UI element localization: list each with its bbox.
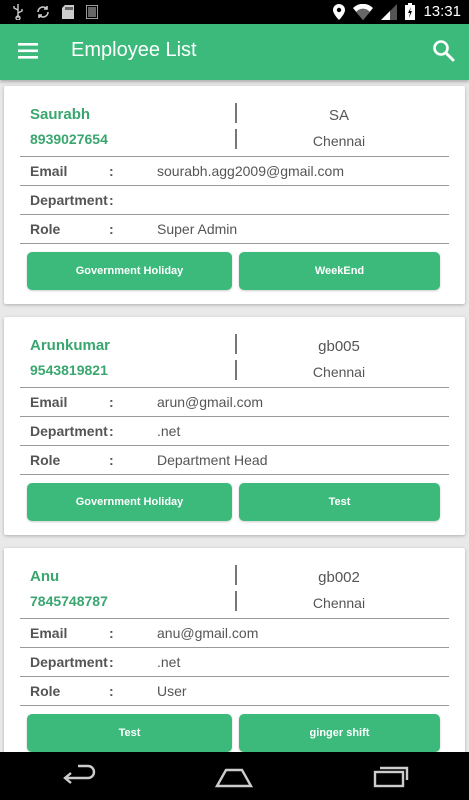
page-title: Employee List [71,39,197,61]
header-divider [235,565,237,585]
colon: : [109,625,114,641]
email-label: Email [30,163,68,179]
status-left-icons [12,4,98,20]
role-row: Role : Department Head [20,445,449,474]
employee-card-header: Saurabh 8939027654 SA Chennai [4,86,465,156]
sync-icon [37,6,49,18]
role-value: User [157,683,187,699]
recent-apps-icon[interactable] [371,762,411,790]
employee-name: Arunkumar [30,337,111,354]
email-value: sourabh.agg2009@gmail.com [157,163,344,179]
role-row: Role : Super Admin [20,214,449,243]
employee-city: Chennai [312,595,366,611]
department-label: Department [30,423,108,439]
role-row: Role : User [20,676,449,705]
colon: : [109,394,114,410]
signal-icon [381,3,398,20]
email-value: anu@gmail.com [157,625,259,641]
department-row: Department : .net [20,647,449,676]
shift-button-left[interactable]: Government Holiday [27,483,232,521]
department-label: Department [30,192,108,208]
colon: : [109,423,114,439]
department-value: .net [157,423,181,439]
employee-list[interactable]: Saurabh 8939027654 SA Chennai Email : so… [0,80,469,752]
employee-code: gb002 [318,569,360,586]
role-label: Role [30,452,61,468]
employee-card-header: Anu 7845748787 gb002 Chennai [4,548,465,618]
employee-name: Anu [30,568,60,585]
battery-icon [405,3,416,20]
header-divider [235,129,237,149]
employee-card-header: Arunkumar 9543819821 gb005 Chennai [4,317,465,387]
navigation-bar [0,752,469,800]
back-icon[interactable] [58,762,98,790]
role-label: Role [30,221,61,237]
email-label: Email [30,625,68,641]
card-actions: Government Holiday WeekEnd [20,243,449,308]
location-icon [333,3,346,20]
usb-icon [13,4,23,20]
status-right-icons: 13:31 [333,3,461,20]
header-divider [235,103,237,123]
wifi-icon [353,3,374,20]
colon: : [109,221,114,237]
email-value: arun@gmail.com [157,394,264,410]
employee-phone[interactable]: 9543819821 [30,362,108,378]
email-row: Email : arun@gmail.com [20,387,449,416]
department-row: Department : [20,185,449,214]
shift-button-right[interactable]: WeekEnd [239,252,440,290]
barcode-icon [86,5,98,19]
employee-card[interactable]: Saurabh 8939027654 SA Chennai Email : so… [4,86,465,304]
role-value: Department Head [157,452,268,468]
status-bar: 13:31 [0,0,469,24]
employee-city: Chennai [312,133,366,149]
shift-button-left[interactable]: Government Holiday [27,252,232,290]
employee-card[interactable]: Arunkumar 9543819821 gb005 Chennai Email… [4,317,465,535]
card-actions: Government Holiday Test [20,474,449,539]
role-value: Super Admin [157,221,238,237]
colon: : [109,192,114,208]
email-row: Email : sourabh.agg2009@gmail.com [20,156,449,185]
shift-button-right[interactable]: Test [239,483,440,521]
colon: : [109,654,114,670]
role-label: Role [30,683,61,699]
employee-phone[interactable]: 7845748787 [30,593,108,609]
employee-code: SA [328,107,349,124]
colon: : [109,452,114,468]
email-label: Email [30,394,68,410]
shift-button-left[interactable]: Test [27,714,232,752]
employee-city: Chennai [312,364,366,380]
department-value: .net [157,654,181,670]
employee-name: Saurabh [30,106,91,123]
employee-phone[interactable]: 8939027654 [30,131,108,147]
card-actions: Test ginger shift [20,705,449,752]
email-row: Email : anu@gmail.com [20,618,449,647]
app-bar: Employee List [0,24,469,80]
home-icon[interactable] [214,762,254,790]
department-label: Department [30,654,108,670]
shift-button-right[interactable]: ginger shift [239,714,440,752]
colon: : [109,163,114,179]
header-divider [235,334,237,354]
hamburger-menu-icon[interactable] [16,39,40,63]
employee-card[interactable]: Anu 7845748787 gb002 Chennai Email : anu… [4,548,465,752]
header-divider [235,591,237,611]
colon: : [109,683,114,699]
department-row: Department : .net [20,416,449,445]
header-divider [235,360,237,380]
sd-card-icon [62,5,74,19]
employee-code: gb005 [318,338,360,355]
status-time: 13:31 [423,3,461,20]
search-icon[interactable] [431,38,457,64]
